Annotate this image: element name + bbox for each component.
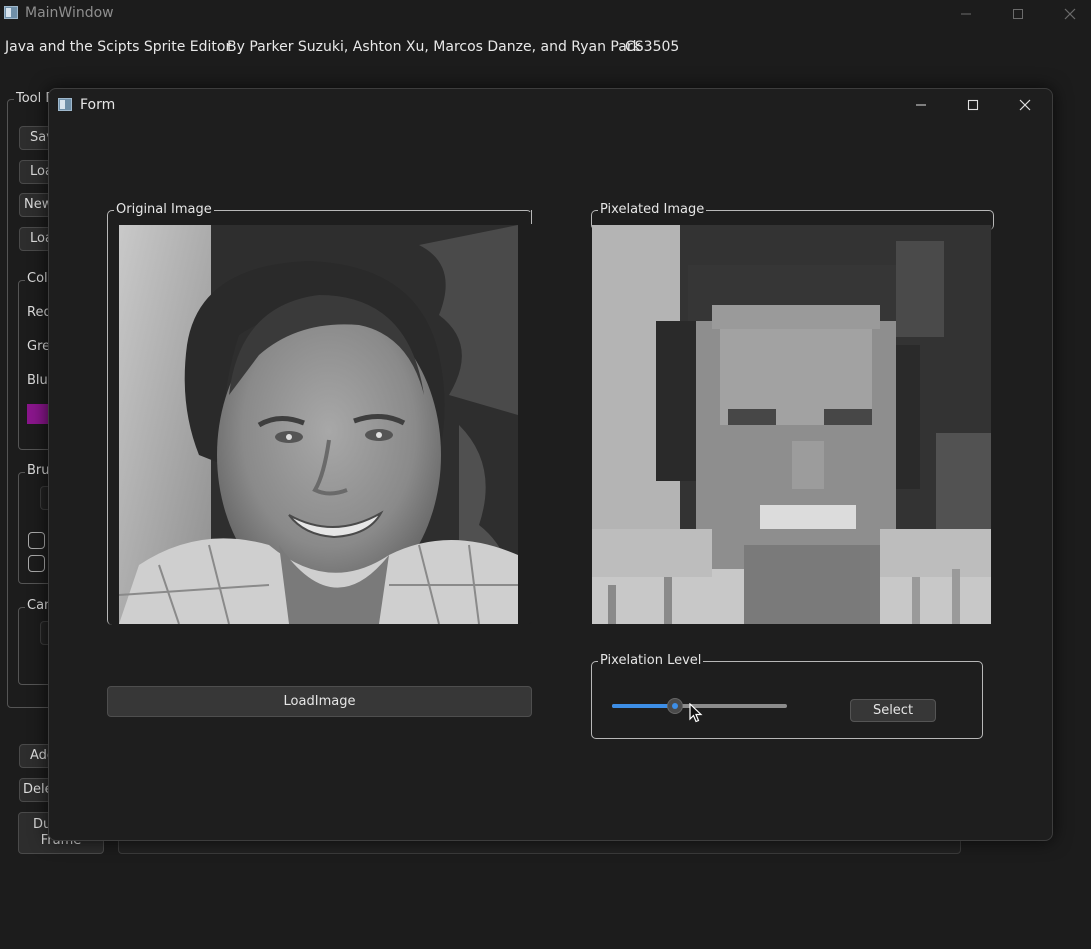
load-image-button[interactable]: LoadImage bbox=[107, 686, 532, 717]
maximize-icon bbox=[967, 99, 979, 111]
select-button[interactable]: Select bbox=[850, 699, 936, 722]
form-maximize-button[interactable] bbox=[947, 91, 999, 119]
authors-label: By Parker Suzuki, Ashton Xu, Marcos Danz… bbox=[227, 39, 641, 55]
form-close-button[interactable] bbox=[999, 91, 1051, 119]
pixelation-slider-fill bbox=[612, 704, 675, 708]
app-name-label: Java and the Scipts Sprite Editor bbox=[5, 39, 232, 55]
pixelated-photo-graphic bbox=[592, 225, 991, 624]
close-icon bbox=[1064, 8, 1076, 20]
pixelated-image-group-title: Pixelated Image bbox=[598, 202, 707, 217]
main-minimize-button[interactable] bbox=[940, 2, 992, 26]
main-close-button[interactable] bbox=[1044, 2, 1091, 26]
brush-checkbox-1[interactable] bbox=[28, 532, 45, 549]
pixelation-level-group: Pixelation Level Select bbox=[591, 653, 983, 739]
app-icon bbox=[58, 98, 72, 111]
main-window-title: MainWindow bbox=[25, 5, 114, 21]
form-dialog: Form Original Image Pixelated Image Load… bbox=[48, 88, 1053, 841]
pixelation-slider-handle[interactable] bbox=[667, 698, 683, 714]
original-image bbox=[119, 225, 518, 624]
minimize-icon bbox=[961, 13, 971, 15]
original-photo-graphic bbox=[119, 225, 518, 624]
minimize-icon bbox=[916, 104, 926, 106]
form-title: Form bbox=[80, 97, 116, 113]
app-icon bbox=[4, 6, 18, 19]
green-label: Gre bbox=[27, 339, 51, 354]
course-label: CS3505 bbox=[625, 39, 680, 55]
maximize-icon bbox=[1013, 9, 1023, 19]
main-maximize-button[interactable] bbox=[992, 2, 1044, 26]
original-image-group-title: Original Image bbox=[114, 202, 214, 217]
main-titlebar: MainWindow bbox=[0, 0, 1091, 28]
pixelated-image bbox=[592, 225, 991, 624]
group-border-accent bbox=[531, 210, 532, 224]
pixelation-level-group-title: Pixelation Level bbox=[598, 653, 704, 668]
mouse-cursor-icon bbox=[689, 703, 703, 723]
brush-checkbox-2[interactable] bbox=[28, 555, 45, 572]
color-swatch[interactable] bbox=[27, 404, 49, 424]
form-minimize-button[interactable] bbox=[895, 91, 947, 119]
close-icon bbox=[1019, 99, 1031, 111]
